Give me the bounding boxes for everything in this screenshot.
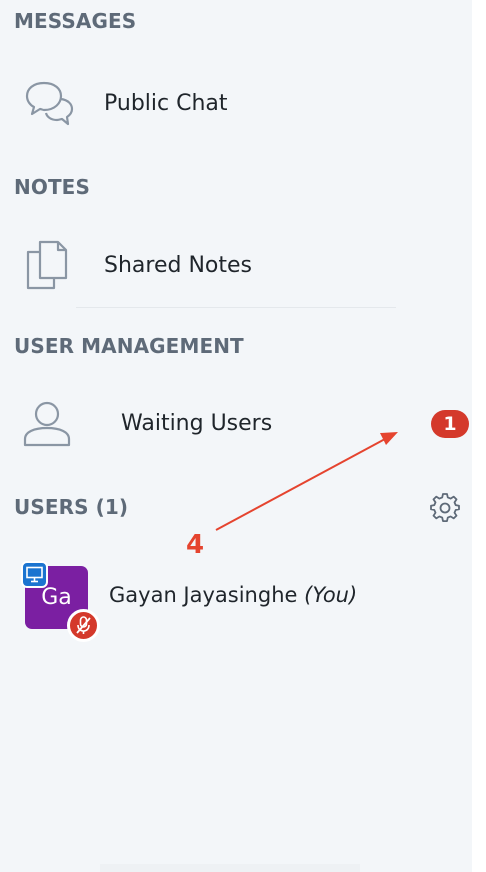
annotation-arrow [215, 432, 398, 531]
annotation-step-number: 4 [186, 530, 205, 560]
